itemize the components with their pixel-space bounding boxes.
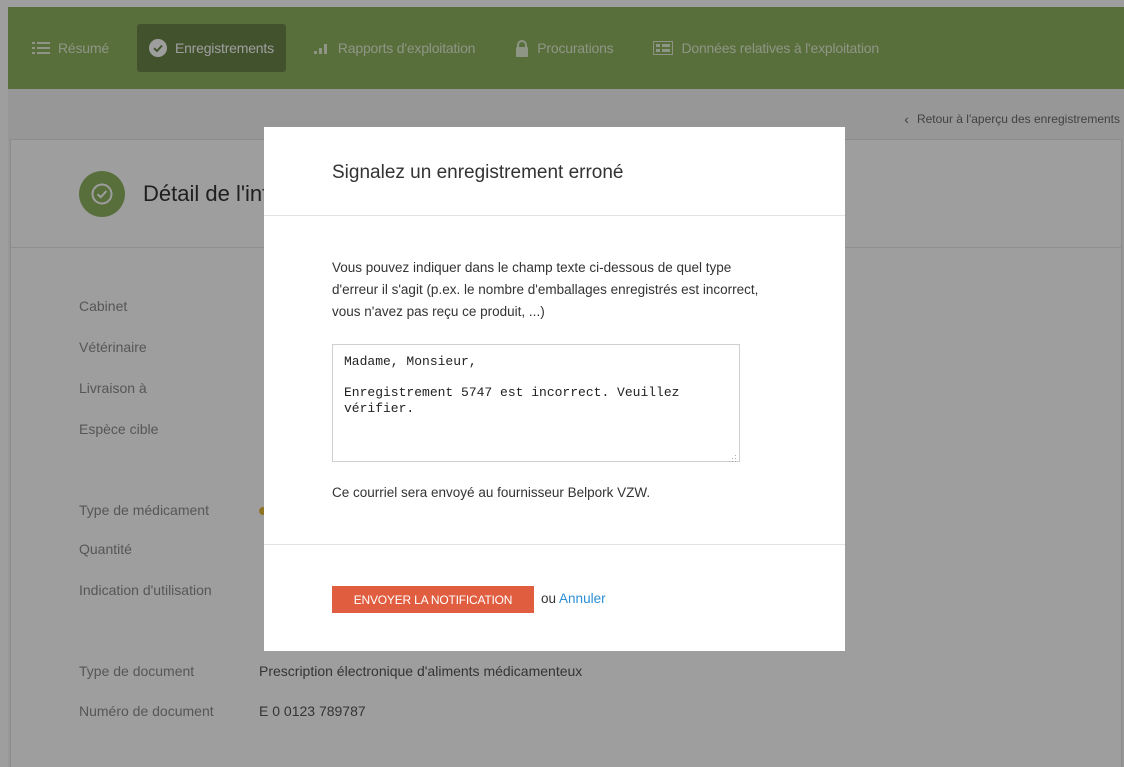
message-textarea[interactable]	[332, 344, 740, 462]
modal-title: Signalez un enregistrement erroné	[332, 162, 624, 183]
modal-note: Ce courriel sera envoyé au fournisseur B…	[332, 485, 651, 500]
divider	[264, 544, 845, 545]
modal-instructions: Vous pouvez indiquer dans le champ texte…	[332, 260, 759, 319]
or-cancel: ou Annuler	[541, 591, 606, 606]
cancel-link[interactable]: Annuler	[559, 591, 606, 606]
or-label: ou	[541, 591, 557, 606]
report-error-modal: Signalez un enregistrement erroné Vous p…	[264, 127, 845, 651]
send-notification-button[interactable]: ENVOYER LA NOTIFICATION	[332, 586, 534, 613]
resize-grip-icon[interactable]	[728, 450, 737, 462]
divider	[264, 215, 845, 216]
